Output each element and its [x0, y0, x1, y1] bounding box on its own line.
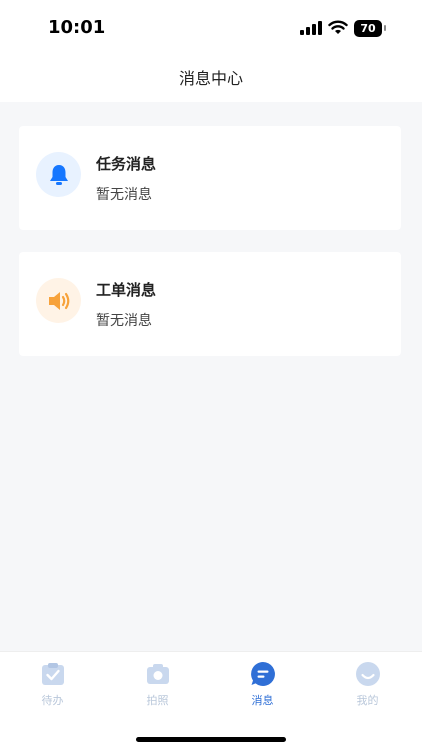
todo-icon [41, 663, 64, 685]
card-title: 工单消息 [96, 281, 157, 299]
card-title: 任务消息 [96, 155, 157, 173]
tab-camera[interactable]: 拍照 [105, 660, 210, 716]
tab-label: 拍照 [146, 694, 169, 707]
home-indicator[interactable] [136, 737, 286, 742]
tab-label: 待办 [41, 694, 64, 707]
tab-messages[interactable]: 消息 [210, 660, 315, 716]
battery-icon: 70 [354, 20, 386, 37]
profile-icon [355, 662, 380, 686]
work-order-message-card[interactable]: 工单消息 暂无消息 [19, 252, 401, 356]
nav-bar: 消息中心 [0, 56, 422, 102]
speaker-icon [36, 278, 81, 323]
signal-icon [300, 21, 322, 35]
card-subtitle: 暂无消息 [96, 313, 152, 329]
status-bar: 10:01 70 [0, 0, 422, 56]
message-icon [250, 662, 275, 686]
tab-label: 我的 [356, 694, 379, 707]
page-title: 消息中心 [178, 69, 243, 88]
tab-todo[interactable]: 待办 [0, 660, 105, 716]
camera-icon [146, 664, 169, 684]
status-time: 10:01 [48, 17, 106, 38]
tab-label: 消息 [251, 694, 274, 707]
bell-icon [36, 152, 81, 197]
tab-bar: 待办 拍照 消息 我的 [0, 651, 422, 750]
screen: 10:01 70 消息中心 任务消息 暂无消息 工单消息 暂无消息 待办 拍照 … [0, 0, 422, 750]
card-subtitle: 暂无消息 [96, 187, 152, 203]
wifi-icon [328, 20, 348, 40]
task-message-card[interactable]: 任务消息 暂无消息 [19, 126, 401, 230]
tab-profile[interactable]: 我的 [315, 660, 420, 716]
